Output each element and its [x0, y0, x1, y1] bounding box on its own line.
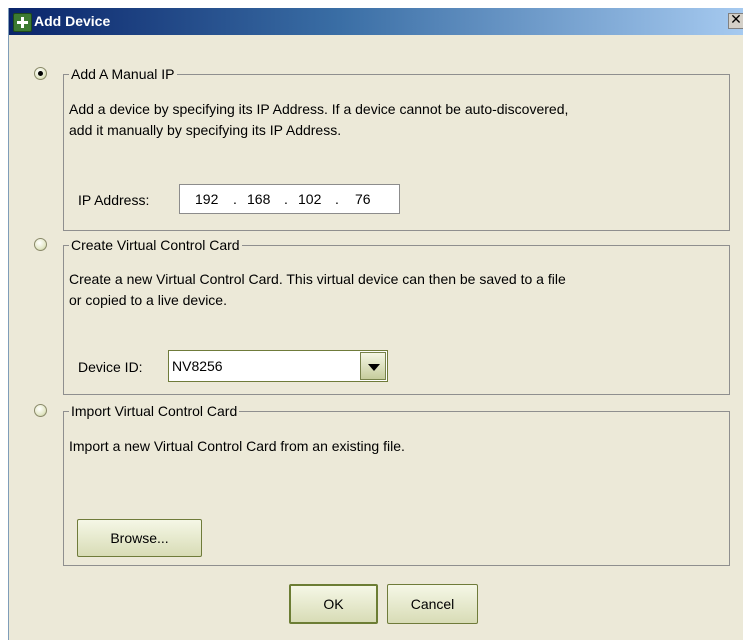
import-card-description: Import a new Virtual Control Card from a…: [69, 438, 405, 454]
ok-button[interactable]: OK: [289, 584, 378, 624]
ip-octet-2[interactable]: 168: [247, 191, 270, 207]
window-title: Add Device: [34, 13, 111, 29]
virtual-card-description-line2: or copied to a live device.: [69, 292, 227, 308]
close-button[interactable]: ✕: [728, 13, 743, 29]
cancel-button[interactable]: Cancel: [387, 584, 478, 624]
plus-icon: [13, 13, 32, 32]
radio-create-virtual-card[interactable]: [34, 238, 47, 251]
title-bar[interactable]: Add Device ✕: [9, 8, 743, 35]
ip-separator: .: [335, 191, 339, 207]
ip-octet-1[interactable]: 192: [195, 191, 218, 207]
browse-button[interactable]: Browse...: [77, 519, 202, 557]
legend-import-virtual-card: Import Virtual Control Card: [69, 403, 240, 419]
ip-separator: .: [233, 191, 237, 207]
legend-create-virtual-card: Create Virtual Control Card: [69, 237, 242, 253]
radio-manual-ip[interactable]: [34, 67, 47, 80]
add-device-dialog: Add Device ✕ Add A Manual IP Add a devic…: [8, 8, 743, 640]
device-id-dropdown[interactable]: NV8256: [168, 350, 388, 382]
manual-ip-description-line2: add it manually by specifying its IP Add…: [69, 122, 342, 138]
chevron-down-icon[interactable]: [360, 352, 386, 380]
group-manual-ip: Add A Manual IP Add a device by specifyi…: [63, 66, 730, 231]
group-import-virtual-card: Import Virtual Control Card Import a new…: [63, 403, 730, 566]
radio-import-virtual-card[interactable]: [34, 404, 47, 417]
ip-address-label: IP Address:: [78, 192, 150, 208]
legend-manual-ip: Add A Manual IP: [69, 66, 177, 82]
ip-separator: .: [284, 191, 288, 207]
ip-address-field[interactable]: 192 . 168 . 102 . 76: [179, 184, 400, 214]
manual-ip-description-line1: Add a device by specifying its IP Addres…: [69, 101, 569, 117]
device-id-value: NV8256: [172, 358, 223, 374]
virtual-card-description-line1: Create a new Virtual Control Card. This …: [69, 271, 566, 287]
group-create-virtual-card: Create Virtual Control Card Create a new…: [63, 237, 730, 395]
ip-octet-4[interactable]: 76: [355, 191, 371, 207]
device-id-label: Device ID:: [78, 359, 143, 375]
ip-octet-3[interactable]: 102: [298, 191, 321, 207]
